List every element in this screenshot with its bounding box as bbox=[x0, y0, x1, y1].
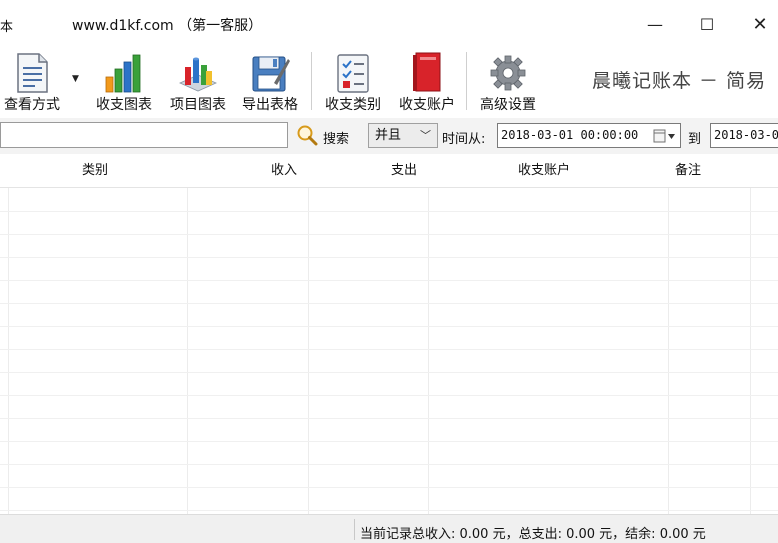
totals-summary: 当前记录总收入: 0.00 元，总支出: 0.00 元，结余: 0.00 元 bbox=[360, 527, 706, 542]
minimize-button[interactable]: — bbox=[640, 10, 670, 38]
bar-chart-icon bbox=[102, 53, 146, 93]
grid-row-line bbox=[0, 510, 778, 511]
column-header-expense[interactable]: 支出 bbox=[391, 154, 417, 188]
view-mode-label: 查看方式 bbox=[4, 97, 60, 113]
grid-row-line bbox=[0, 326, 778, 327]
grid-column-line bbox=[750, 154, 751, 514]
toolbar-divider bbox=[466, 52, 467, 110]
grid-row-line bbox=[0, 464, 778, 465]
grid-row-line bbox=[0, 257, 778, 258]
grid-row-line bbox=[0, 211, 778, 212]
save-export-icon bbox=[248, 53, 292, 93]
export-table-label: 导出表格 bbox=[242, 97, 298, 113]
maximize-button[interactable]: ☐ bbox=[692, 10, 722, 38]
time-to-label: 到 bbox=[688, 132, 702, 147]
grid-column-line bbox=[668, 154, 669, 514]
column-header-remark[interactable]: 备注 bbox=[675, 154, 701, 188]
categories-label: 收支类别 bbox=[325, 97, 381, 113]
column-header-category[interactable]: 类别 bbox=[82, 154, 108, 188]
minimize-icon: — bbox=[647, 14, 663, 34]
column-header-account[interactable]: 收支账户 bbox=[518, 154, 570, 188]
checklist-icon bbox=[331, 53, 375, 93]
toolbar-divider bbox=[311, 52, 312, 110]
grid-row-line bbox=[0, 487, 778, 488]
grid-column-line bbox=[308, 154, 309, 514]
status-divider bbox=[354, 519, 355, 540]
grid-row-line bbox=[0, 280, 778, 281]
view-mode-button[interactable]: 查看方式 bbox=[0, 48, 64, 114]
time-from-label: 时间从: bbox=[442, 132, 486, 147]
3d-chart-icon bbox=[176, 53, 220, 93]
maximize-icon: ☐ bbox=[699, 14, 715, 34]
document-view-icon bbox=[10, 53, 54, 93]
project-chart-button[interactable]: 项目图表 bbox=[166, 48, 230, 114]
match-mode-value: 并且 bbox=[375, 128, 402, 143]
grid-row-line bbox=[0, 395, 778, 396]
accounts-button[interactable]: 收支账户 bbox=[395, 48, 459, 114]
grid-row-line bbox=[0, 349, 778, 350]
from-date-picker[interactable]: 2018-03-01 00:00:00 bbox=[497, 123, 681, 148]
project-chart-label: 项目图表 bbox=[170, 97, 226, 113]
red-book-icon bbox=[405, 52, 449, 93]
categories-button[interactable]: 收支类别 bbox=[321, 48, 385, 114]
search-input[interactable] bbox=[0, 122, 288, 148]
chevron-down-icon[interactable]: ▼ bbox=[72, 74, 79, 84]
grid-column-line bbox=[187, 154, 188, 514]
app-brand-title: 晨曦记账本 － 简易 bbox=[592, 70, 767, 92]
from-date-value: 2018-03-01 00:00:00 bbox=[501, 128, 639, 142]
close-icon: ✕ bbox=[752, 13, 768, 35]
search-button[interactable]: 搜索 bbox=[323, 128, 349, 147]
records-table[interactable]: 类别 收入 支出 收支账户 备注 bbox=[0, 154, 778, 514]
close-button[interactable]: ✕ bbox=[745, 10, 775, 38]
income-expense-chart-button[interactable]: 收支图表 bbox=[92, 48, 156, 114]
search-bar: 搜索 并且 ﹀ 时间从: 2018-03-01 00:00:00 到 2018-… bbox=[0, 118, 778, 154]
window-title-fragment: 本 bbox=[0, 20, 14, 35]
income-expense-chart-label: 收支图表 bbox=[96, 97, 152, 113]
search-icon[interactable] bbox=[296, 124, 318, 146]
grid-row-line bbox=[0, 234, 778, 235]
table-header: 类别 收入 支出 收支账户 备注 bbox=[0, 154, 778, 188]
accounts-label: 收支账户 bbox=[399, 97, 455, 113]
grid-column-line bbox=[8, 154, 9, 514]
status-bar: 当前记录总收入: 0.00 元，总支出: 0.00 元，结余: 0.00 元 bbox=[0, 514, 778, 543]
toolbar: 查看方式 ▼ 收支图表 项目图表 导出表格 收支类别 收支账户 高级设置 晨曦记… bbox=[0, 46, 778, 118]
column-header-income[interactable]: 收入 bbox=[271, 154, 297, 188]
to-date-value: 2018-03-01 23:59:59 bbox=[714, 128, 778, 142]
advanced-settings-label: 高级设置 bbox=[480, 97, 536, 113]
grid-row-line bbox=[0, 418, 778, 419]
title-bar: 本 www.d1kf.com （第一客服） — ☐ ✕ bbox=[0, 0, 778, 46]
grid-row-line bbox=[0, 372, 778, 373]
window-title: www.d1kf.com （第一客服） bbox=[72, 18, 263, 34]
advanced-settings-button[interactable]: 高级设置 bbox=[476, 48, 540, 114]
grid-column-line bbox=[428, 154, 429, 514]
calendar-dropdown-icon[interactable] bbox=[652, 127, 678, 144]
chevron-down-icon: ﹀ bbox=[420, 129, 431, 142]
export-table-button[interactable]: 导出表格 bbox=[239, 48, 301, 114]
gear-icon bbox=[486, 53, 530, 93]
match-mode-select[interactable]: 并且 ﹀ bbox=[368, 123, 438, 148]
to-date-picker[interactable]: 2018-03-01 23:59:59 bbox=[710, 123, 778, 148]
grid-row-line bbox=[0, 303, 778, 304]
grid-row-line bbox=[0, 441, 778, 442]
